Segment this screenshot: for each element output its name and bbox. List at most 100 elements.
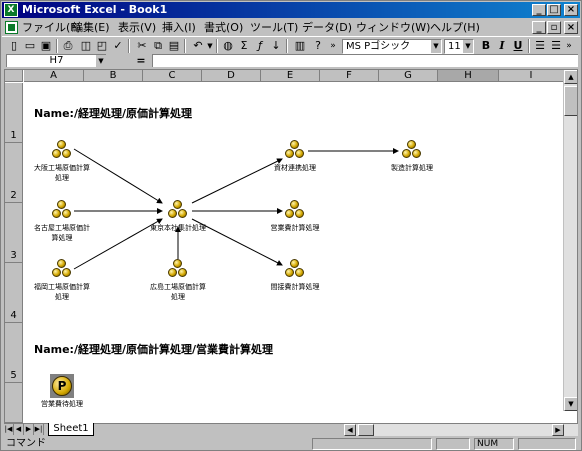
menu-view[interactable]: 表示(V)	[118, 21, 156, 35]
paste-icon[interactable]: ▤	[166, 38, 182, 54]
column-header-b[interactable]: B	[84, 70, 143, 82]
print-preview-icon[interactable]: ◫	[78, 38, 94, 54]
column-header-h[interactable]: H	[438, 70, 499, 82]
column-header-i[interactable]: I	[499, 70, 564, 82]
maximize-button[interactable]: □	[547, 4, 561, 16]
more-buttons-icon[interactable]: »	[328, 38, 338, 54]
status-mode: コマンド	[6, 438, 46, 449]
menu-data[interactable]: データ(D)	[302, 21, 352, 35]
menu-tools[interactable]: ツール(T)	[250, 21, 298, 35]
process-balls-icon	[284, 258, 306, 280]
edit-formula-button[interactable]: =	[133, 54, 149, 67]
standard-toolbar: ▯ ▭ ▣ ⎙ ◫ ◰ ✓ ✂ ⧉ ▤ ↶ ▼ ◍ Σ ƒ ↓ ▥ ? » MS…	[2, 36, 580, 54]
process-node-tokyo[interactable]: 東京本社集計処理	[148, 199, 208, 233]
vertical-scrollbar[interactable]: ▲ ▼	[563, 70, 577, 411]
autosum-icon[interactable]: Σ	[236, 38, 252, 54]
prev-sheet-icon[interactable]: ◀	[14, 424, 24, 435]
font-size-select[interactable]: 11 ▼	[444, 39, 474, 54]
process-balls-icon	[51, 258, 73, 280]
scroll-up-icon[interactable]: ▲	[564, 70, 577, 84]
row-header-4[interactable]: 4	[5, 263, 23, 323]
row-header-6[interactable]	[5, 383, 23, 423]
menu-window[interactable]: ウィンドウ(W)	[356, 21, 430, 35]
align-center-icon[interactable]: ☰	[548, 38, 564, 54]
copy-icon[interactable]: ⧉	[150, 38, 166, 54]
font-name-select[interactable]: MS Pゴシック ▼	[342, 39, 442, 54]
row-header-3[interactable]: 3	[5, 203, 23, 263]
chart-wizard-icon[interactable]: ▥	[292, 38, 308, 54]
scroll-right-icon[interactable]: ▶	[552, 424, 564, 436]
menu-help[interactable]: ヘルプ(H)	[430, 21, 480, 35]
align-left-icon[interactable]: ☰	[532, 38, 548, 54]
more-buttons-icon[interactable]: »	[564, 38, 574, 54]
scroll-down-icon[interactable]: ▼	[564, 397, 577, 411]
row-header-5[interactable]: 5	[5, 323, 23, 383]
doc-minimize-button[interactable]: _	[532, 21, 546, 34]
process-balls-icon	[284, 139, 306, 161]
chevron-down-icon[interactable]: ▼	[95, 55, 106, 67]
name-box[interactable]: H7 ▼	[6, 54, 106, 67]
num-lock-indicator: NUM	[474, 438, 514, 450]
preview-icon[interactable]: ◰	[94, 38, 110, 54]
process-balls-icon	[401, 139, 423, 161]
open-folder-icon[interactable]: ▭	[22, 38, 38, 54]
last-sheet-icon[interactable]: ▶|	[34, 424, 44, 435]
minimize-button[interactable]: _	[532, 4, 546, 16]
close-button[interactable]: ×	[564, 4, 578, 16]
process-node-kansetsu[interactable]: 間接費計算処理	[265, 258, 325, 292]
sheet-tab-bar: |◀ ◀ ▶ ▶| Sheet1 ◀ ▶	[4, 423, 578, 436]
row-header-2[interactable]: 2	[5, 143, 23, 203]
column-header-e[interactable]: E	[261, 70, 320, 82]
process-node-nagoya[interactable]: 名古屋工場原価計算処理	[32, 199, 92, 243]
column-header-g[interactable]: G	[379, 70, 438, 82]
horizontal-scrollbar[interactable]: ◀ ▶	[344, 424, 578, 436]
row-header-1[interactable]: 1	[5, 83, 23, 143]
underline-button[interactable]: U	[510, 38, 526, 54]
process-node-osaka[interactable]: 大阪工場原価計算処理	[32, 139, 92, 183]
new-file-icon[interactable]: ▯	[6, 38, 22, 54]
column-header-d[interactable]: D	[202, 70, 261, 82]
sort-ascending-icon[interactable]: ↓	[268, 38, 284, 54]
process-node-fukuoka[interactable]: 福岡工場原価計算処理	[32, 258, 92, 302]
doc-close-button[interactable]: ×	[564, 21, 578, 34]
process-node-seizo[interactable]: 製造計算処理	[382, 139, 442, 173]
select-all-corner[interactable]	[5, 70, 23, 82]
help-icon[interactable]: ?	[310, 38, 326, 54]
process-node-eigyohi[interactable]: P 営業費待処理	[32, 374, 92, 409]
next-sheet-icon[interactable]: ▶	[24, 424, 34, 435]
process-balls-icon	[284, 199, 306, 221]
undo-icon[interactable]: ↶	[190, 38, 206, 54]
menu-insert[interactable]: 挿入(I)	[162, 21, 196, 35]
excel-window: X Microsoft Excel - Book1 _ □ × ファイル(F) …	[0, 0, 582, 451]
font-size-value: 11	[448, 41, 461, 52]
worksheet-grid[interactable]: A B C D E F G H I 1 2 3 4 5 Name:/経理処理/原…	[4, 69, 578, 424]
sheet-tab-sheet1[interactable]: Sheet1	[48, 423, 94, 436]
undo-dropdown-icon[interactable]: ▼	[206, 38, 214, 54]
cut-icon[interactable]: ✂	[134, 38, 150, 54]
chevron-down-icon[interactable]: ▼	[430, 40, 441, 53]
workbook-icon[interactable]	[5, 21, 18, 34]
save-icon[interactable]: ▣	[38, 38, 54, 54]
print-icon[interactable]: ⎙	[60, 38, 76, 54]
vertical-scroll-thumb[interactable]	[564, 86, 577, 116]
doc-restore-button[interactable]: ▫	[547, 21, 561, 34]
process-node-eigyo[interactable]: 営業費計算処理	[265, 199, 325, 233]
scroll-left-icon[interactable]: ◀	[344, 424, 356, 436]
italic-button[interactable]: I	[494, 38, 510, 54]
menu-edit[interactable]: 編集(E)	[72, 21, 110, 35]
excel-app-icon[interactable]: X	[4, 3, 18, 17]
bold-button[interactable]: B	[478, 38, 494, 54]
column-header-f[interactable]: F	[320, 70, 379, 82]
hyperlink-icon[interactable]: ◍	[220, 38, 236, 54]
column-header-a[interactable]: A	[24, 70, 84, 82]
process-node-hiroshima[interactable]: 広島工場原価計算処理	[148, 258, 208, 302]
menu-format[interactable]: 書式(O)	[204, 21, 243, 35]
column-header-c[interactable]: C	[143, 70, 202, 82]
first-sheet-icon[interactable]: |◀	[4, 424, 14, 435]
process-node-shizai[interactable]: 資材連携処理	[265, 139, 325, 173]
spellcheck-icon[interactable]: ✓	[110, 38, 126, 54]
function-icon[interactable]: ƒ	[252, 38, 268, 54]
horizontal-scroll-thumb[interactable]	[358, 424, 374, 436]
formula-input[interactable]	[152, 54, 578, 67]
chevron-down-icon[interactable]: ▼	[462, 40, 473, 53]
